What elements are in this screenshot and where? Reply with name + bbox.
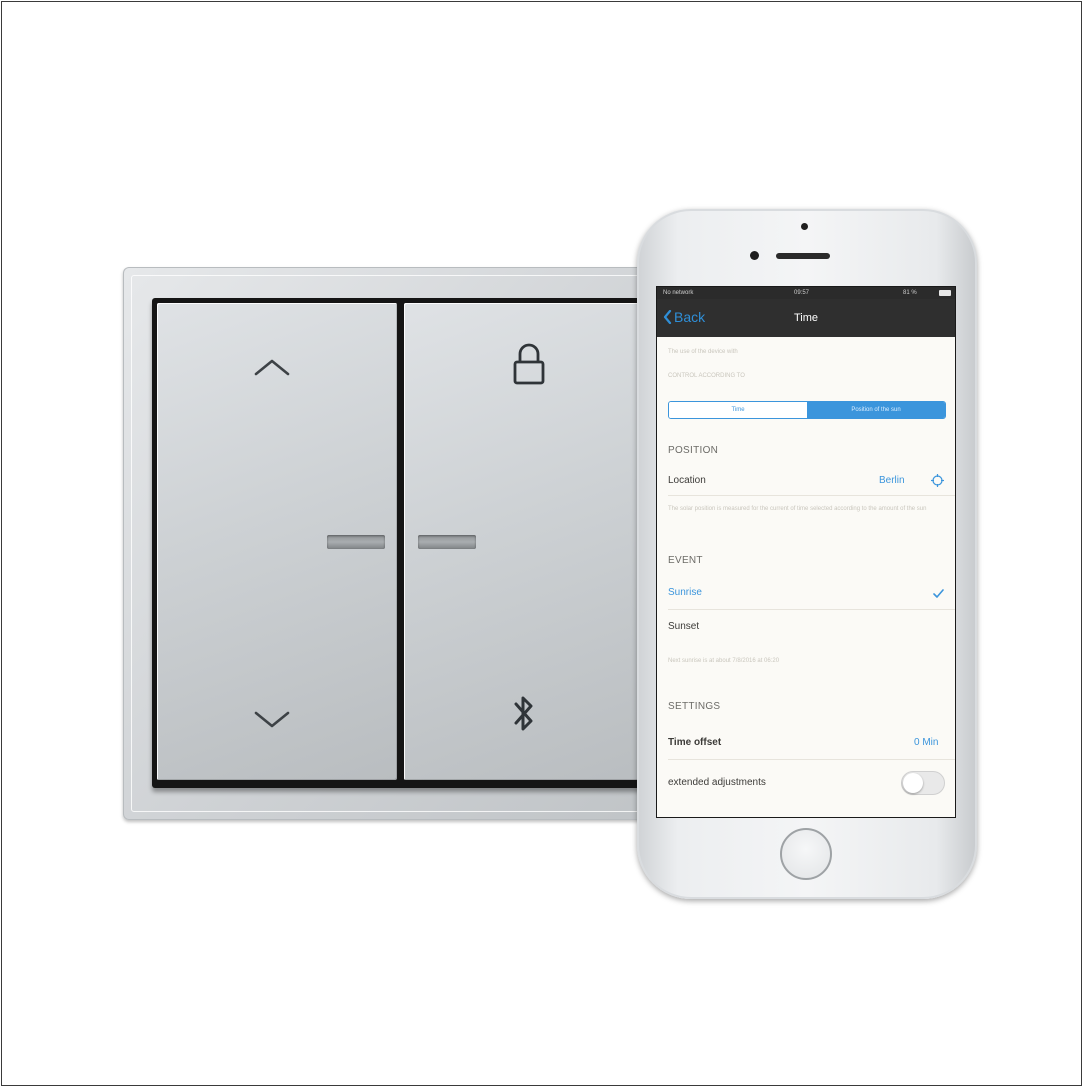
clock: 09:57 xyxy=(794,290,810,296)
control-header: CONTROL ACCORDING TO xyxy=(668,373,745,379)
event-sunset[interactable]: Sunset xyxy=(668,621,699,632)
battery-label: 81 % xyxy=(903,290,917,296)
chevron-down-icon xyxy=(254,711,290,728)
divider xyxy=(668,759,955,760)
nav-bar: Back Time xyxy=(657,299,955,337)
control-mode-segmented: Time Position of the sun xyxy=(668,401,946,419)
segment-time[interactable]: Time xyxy=(669,402,807,418)
segment-position-of-sun[interactable]: Position of the sun xyxy=(807,402,945,418)
event-header: EVENT xyxy=(668,555,703,566)
carrier-label: No network xyxy=(663,290,694,296)
battery-icon xyxy=(939,290,951,296)
time-offset-label: Time offset xyxy=(668,737,722,748)
checkmark-icon xyxy=(933,589,944,598)
front-camera-icon xyxy=(750,251,759,260)
time-offset-value[interactable]: 0 Min xyxy=(914,737,938,748)
position-header: POSITION xyxy=(668,445,719,456)
home-button[interactable] xyxy=(780,828,832,880)
page-title: Time xyxy=(793,312,819,324)
event-note: Next sunrise is at about 7/8/2016 at 06:… xyxy=(668,658,780,664)
divider xyxy=(668,495,955,496)
lock-icon xyxy=(513,343,545,385)
location-label: Location xyxy=(668,475,706,486)
earpiece-speaker xyxy=(776,253,830,259)
bluetooth-icon xyxy=(514,696,533,731)
left-status-led xyxy=(327,535,385,549)
extended-adjustments-label: extended adjustments xyxy=(668,777,766,788)
phone-screen: No network 09:57 81 % Back Time The use … xyxy=(656,286,956,818)
extended-adjustments-toggle[interactable] xyxy=(901,771,945,795)
settings-header: SETTINGS xyxy=(668,701,721,712)
status-bar: No network 09:57 81 % xyxy=(657,287,955,299)
location-target-icon[interactable] xyxy=(931,474,944,487)
event-sunrise[interactable]: Sunrise xyxy=(668,587,702,598)
intro-text: The use of the device with xyxy=(668,349,738,355)
proximity-sensor xyxy=(801,223,808,230)
location-value[interactable]: Berlin xyxy=(879,475,905,486)
right-status-led xyxy=(418,535,476,549)
divider xyxy=(668,609,955,610)
chevron-up-icon xyxy=(254,359,290,376)
position-note: The solar position is measured for the c… xyxy=(668,506,927,512)
